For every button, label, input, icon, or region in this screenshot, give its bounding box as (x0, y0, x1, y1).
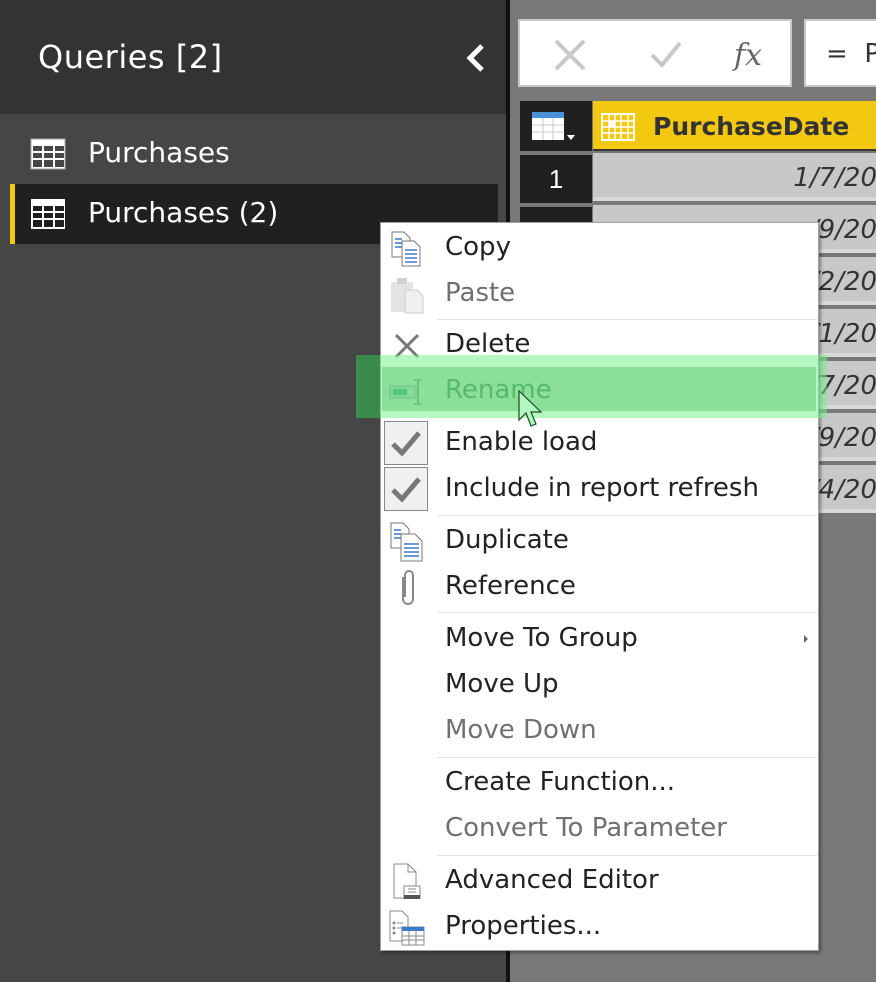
menu-item-label: Move To Group (445, 623, 638, 653)
menu-item-label: Duplicate (445, 525, 569, 555)
menu-separator (437, 855, 817, 856)
cell-value: /9/20 (809, 215, 876, 245)
menu-item-advanced-editor[interactable]: Advanced Editor (381, 859, 818, 905)
cell-value: /7/20 (809, 371, 876, 401)
menu-separator (437, 757, 817, 758)
cell-value: /4/20 (809, 475, 876, 505)
menu-item-label: Enable load (445, 427, 598, 457)
menu-item-label: Convert To Parameter (445, 813, 727, 843)
menu-item-label: Advanced Editor (445, 865, 659, 895)
formula-controls: fx (518, 19, 792, 87)
menu-item-reference[interactable]: Reference (381, 565, 818, 611)
menu-separator (437, 612, 817, 613)
menu-item-label: Paste (445, 278, 516, 308)
menu-item-duplicate[interactable]: Duplicate (381, 519, 818, 565)
checkbox-checked-icon (384, 421, 428, 465)
table-menu-button[interactable] (520, 101, 592, 151)
properties-icon (387, 909, 427, 947)
cancel-button[interactable] (548, 33, 592, 77)
menu-item-move-to-group[interactable]: Move To Group (381, 617, 818, 663)
paste-icon (387, 276, 427, 314)
row-number: 1 (520, 155, 592, 203)
cell-value: /9/20 (809, 423, 876, 453)
date-icon (601, 113, 635, 141)
query-item-label: Purchases (2) (88, 196, 279, 229)
menu-item-move-down[interactable]: Move Down (381, 709, 818, 755)
menu-item-create-function[interactable]: Create Function... (381, 761, 818, 807)
copy-icon (387, 230, 427, 268)
menu-item-properties[interactable]: Properties... (381, 905, 818, 951)
column-header-purchasedate[interactable]: PurchaseDate (593, 101, 876, 151)
delete-icon (387, 327, 427, 365)
cell-value: /1/20 (809, 319, 876, 349)
menu-item-label: Reference (445, 571, 576, 601)
query-item-label: Purchases (88, 136, 230, 169)
cell-value: 1/7/20 (793, 163, 876, 193)
collapse-pane-button[interactable] (460, 40, 492, 76)
checkmark-icon (650, 41, 682, 68)
query-item-purchases[interactable]: Purchases (10, 124, 498, 184)
duplicate-icon (387, 522, 427, 562)
menu-item-label: Rename (445, 375, 552, 405)
selection-indicator (10, 184, 15, 244)
menu-item-label: Delete (445, 329, 531, 359)
paperclip-icon (387, 569, 427, 607)
menu-item-label: Properties... (445, 911, 602, 941)
insert-function-button[interactable]: fx (726, 33, 770, 77)
checkbox-checked-icon (384, 467, 428, 511)
formula-input[interactable]: = P (804, 19, 876, 87)
table-cell[interactable]: 1/7/20 (593, 153, 876, 201)
table-icon (30, 138, 66, 170)
chevron-left-icon (466, 44, 484, 72)
rename-icon (387, 373, 427, 411)
menu-item-label: Include in report refresh (445, 473, 759, 503)
menu-item-rename[interactable]: Rename (381, 369, 818, 415)
menu-item-paste[interactable]: Paste (381, 272, 818, 318)
menu-separator (437, 319, 817, 320)
menu-item-enable-load[interactable]: Enable load (381, 421, 818, 467)
advanced-editor-icon (387, 863, 427, 901)
close-icon (554, 39, 586, 71)
menu-item-label: Move Up (445, 669, 559, 699)
menu-item-delete[interactable]: Delete (381, 323, 818, 369)
menu-item-include-refresh[interactable]: Include in report refresh (381, 467, 818, 513)
context-menu: Copy Paste Delete Rename Enable load Inc… (380, 222, 819, 951)
table-icon (31, 199, 65, 229)
queries-title: Queries [2] (38, 38, 223, 76)
commit-button[interactable] (644, 33, 688, 77)
menu-item-move-up[interactable]: Move Up (381, 663, 818, 709)
menu-item-label: Move Down (445, 715, 597, 745)
submenu-arrow-icon (804, 635, 808, 643)
table-menu-icon (532, 112, 575, 140)
column-header-label: PurchaseDate (653, 112, 850, 141)
menu-item-label: Create Function... (445, 767, 676, 797)
formula-text: = P (826, 39, 876, 69)
menu-item-label: Copy (445, 232, 511, 262)
queries-header: Queries [2] (0, 0, 506, 114)
menu-item-convert-to-parameter[interactable]: Convert To Parameter (381, 807, 818, 853)
menu-separator (437, 515, 817, 516)
menu-item-copy[interactable]: Copy (381, 226, 818, 272)
cell-value: /2/20 (809, 267, 876, 297)
